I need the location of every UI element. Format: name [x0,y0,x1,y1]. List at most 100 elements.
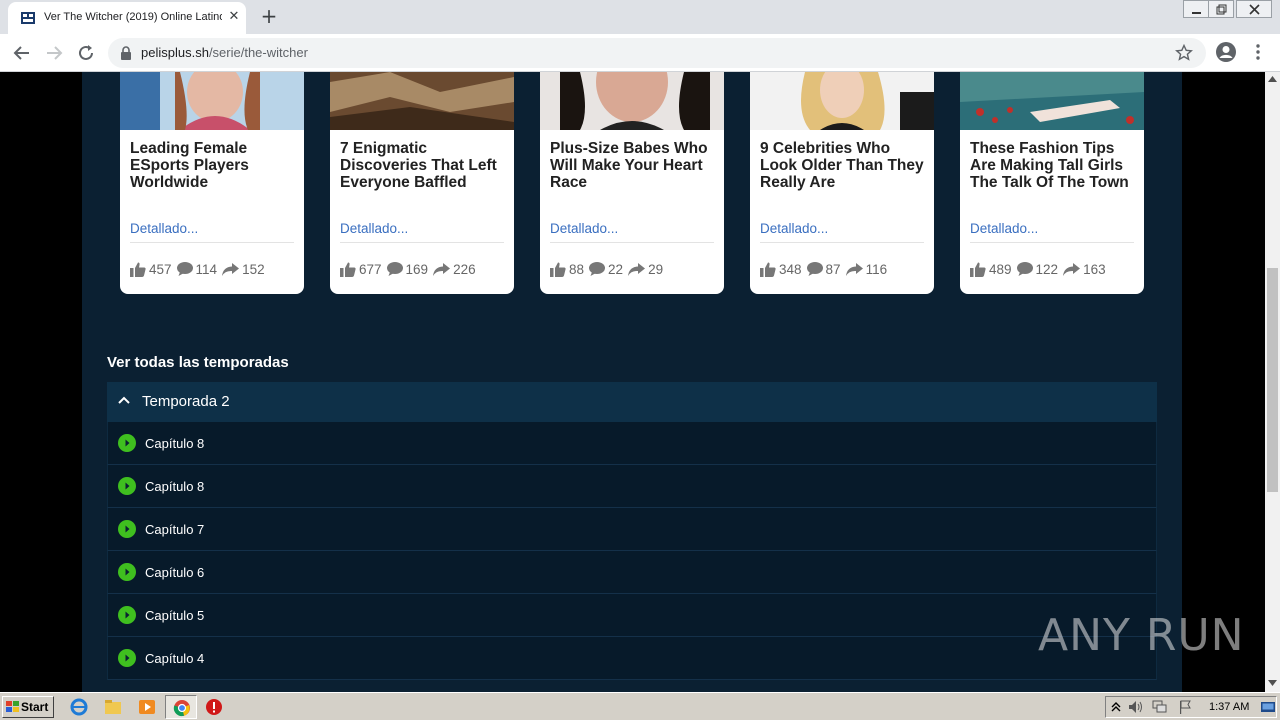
sponsored-card[interactable]: 9 Celebrities Who Look Older Than They R… [750,72,934,294]
episode-item[interactable]: Capítulo 4 [107,637,1157,680]
play-circle-icon [118,649,136,667]
comments-count: 22 [608,261,624,277]
likes-count: 677 [359,261,382,277]
card-detail-link[interactable]: Detallado... [760,221,828,236]
episode-item[interactable]: Capítulo 6 [107,551,1157,594]
scrollbar-thumb[interactable] [1267,268,1278,492]
season-accordion-header[interactable]: Temporada 2 [107,382,1157,422]
share-arrow-icon [222,262,240,276]
comments-count: 122 [1035,261,1059,277]
menu-kebab-icon[interactable] [1250,43,1266,61]
page-content: Leading Female ESports Players Worldwide… [82,72,1182,692]
browser-tab[interactable]: Ver The Witcher (2019) Online Latino ✕ [8,2,246,34]
card-stats: 348 87 116 [760,261,892,277]
film-favicon-icon [21,12,35,24]
thumbs-up-icon [130,262,146,277]
shares-count: 152 [242,261,265,277]
close-window-button[interactable] [1236,0,1272,18]
card-title[interactable]: Plus-Size Babes Who Will Make Your Heart… [550,140,720,191]
close-icon [1249,4,1260,15]
card-image [120,72,304,130]
play-circle-icon [118,520,136,538]
card-stats: 457 114 152 [130,261,270,277]
sponsored-card[interactable]: These Fashion Tips Are Making Tall Girls… [960,72,1144,294]
episode-item[interactable]: Capítulo 7 [107,508,1157,551]
windows-logo-icon [6,701,19,712]
bookmark-star-icon[interactable] [1175,44,1193,62]
card-divider [970,242,1134,243]
url-domain: pelisplus.sh [141,45,209,60]
likes-count: 88 [569,261,585,277]
episode-item[interactable]: Capítulo 5 [107,594,1157,637]
new-tab-icon[interactable]: + [259,6,279,27]
card-image [960,72,1144,130]
media-player-icon[interactable] [138,698,156,716]
thumbs-up-icon [970,262,986,277]
card-stats: 489 122 163 [970,261,1111,277]
browser-toolbar: pelisplus.sh/serie/the-witcher [0,34,1280,72]
seasons-heading: Ver todas las temporadas [107,354,289,371]
reload-icon[interactable] [75,42,97,64]
address-bar[interactable]: pelisplus.sh/serie/the-witcher [108,38,1206,68]
chevron-up-icon [118,396,130,404]
action-center-flag-icon[interactable] [1178,700,1192,714]
close-tab-icon[interactable]: ✕ [226,9,242,25]
episode-label: Capítulo 6 [145,565,205,580]
likes-count: 457 [149,261,172,277]
scroll-down-arrow-icon[interactable] [1268,680,1277,686]
likes-count: 489 [989,261,1012,277]
play-circle-icon [118,477,136,495]
episode-label: Capítulo 4 [145,651,205,666]
thumbs-up-icon [760,262,776,277]
back-arrow-icon[interactable] [11,42,33,64]
minimize-window-button[interactable] [1183,0,1209,18]
episode-item[interactable]: Capítulo 8 [107,465,1157,508]
sponsored-card[interactable]: Plus-Size Babes Who Will Make Your Heart… [540,72,724,294]
sponsored-card[interactable]: 7 Enigmatic Discoveries That Left Everyo… [330,72,514,294]
episode-label: Capítulo 8 [145,436,205,451]
card-title[interactable]: 7 Enigmatic Discoveries That Left Everyo… [340,140,510,191]
comments-count: 114 [195,261,218,277]
card-detail-link[interactable]: Detallado... [970,221,1038,236]
start-label: Start [21,700,49,714]
system-tray: 1:37 AM [1105,696,1277,718]
show-desktop-icon[interactable] [1261,701,1275,713]
tab-title: Ver The Witcher (2019) Online Latino [44,11,222,23]
comment-icon [1016,262,1033,276]
card-title[interactable]: These Fashion Tips Are Making Tall Girls… [970,140,1140,191]
page-viewport: Leading Female ESports Players Worldwide… [0,72,1265,692]
card-title[interactable]: Leading Female ESports Players Worldwide [130,140,300,191]
share-arrow-icon [845,262,863,276]
file-explorer-icon[interactable] [104,698,122,716]
comment-icon [176,262,193,276]
card-divider [130,242,294,243]
restore-window-button[interactable] [1208,0,1234,18]
volume-icon[interactable] [1128,700,1144,714]
likes-count: 348 [779,261,802,277]
card-title[interactable]: 9 Celebrities Who Look Older Than They R… [760,140,930,191]
card-detail-link[interactable]: Detallado... [550,221,618,236]
vertical-scrollbar[interactable] [1265,72,1280,692]
shares-count: 226 [453,261,476,277]
card-detail-link[interactable]: Detallado... [340,221,408,236]
start-button[interactable]: Start [2,696,54,718]
windows-taskbar: Start 1:37 AM [0,692,1280,720]
stop-alert-icon[interactable] [205,698,223,716]
forward-arrow-icon[interactable] [43,42,65,64]
card-stats: 88 22 29 [550,261,668,277]
sponsored-card[interactable]: Leading Female ESports Players Worldwide… [120,72,304,294]
card-image [750,72,934,130]
scroll-up-arrow-icon[interactable] [1268,76,1277,82]
profile-avatar-icon[interactable] [1215,41,1237,63]
url-path: /serie/the-witcher [208,45,308,60]
tray-expand-icon[interactable] [1111,701,1121,713]
clock: 1:37 AM [1209,701,1250,713]
card-stats: 677 169 226 [340,261,481,277]
card-detail-link[interactable]: Detallado... [130,221,198,236]
play-circle-icon [118,563,136,581]
taskbar-chrome-button[interactable] [165,695,197,719]
url-text: pelisplus.sh/serie/the-witcher [141,45,308,60]
episode-item[interactable]: Capítulo 8 [107,422,1157,465]
internet-explorer-icon[interactable] [70,698,88,716]
network-icon[interactable] [1152,700,1168,714]
